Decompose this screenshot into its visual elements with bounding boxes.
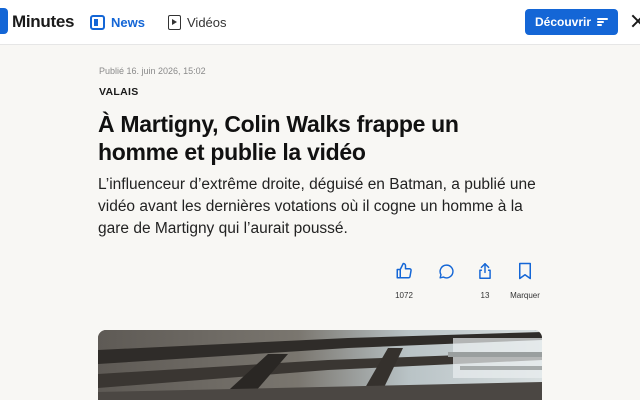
article-hero-image[interactable] (98, 330, 542, 400)
share-button[interactable]: 13 (463, 260, 507, 301)
video-icon (168, 14, 181, 30)
comment-icon (438, 263, 454, 279)
article-lead: L’influenceur d’extrême droite, déguisé … (98, 176, 536, 237)
nav-tab-videos-label: Vidéos (187, 14, 227, 30)
discover-button-label: Découvrir (534, 15, 592, 29)
site-logo-text[interactable]: Minutes (12, 12, 74, 32)
share-icon (479, 262, 491, 279)
bookmark-label: Marquer (510, 291, 540, 300)
article-headline: À Martigny, Colin Walks frappe un homme … (98, 111, 459, 165)
share-count: 13 (480, 291, 490, 300)
news-icon (90, 14, 105, 30)
nav-tab-news-label: News (111, 14, 145, 30)
thumbs-up-icon (396, 262, 412, 279)
discover-icon (597, 18, 609, 26)
nav-tab-videos[interactable]: Vidéos (168, 13, 227, 31)
discover-button[interactable]: Découvrir (525, 9, 618, 35)
nav-tab-news[interactable]: News (90, 13, 145, 31)
top-navigation-bar: Minutes News Vidéos Découvrir (0, 0, 640, 45)
bookmark-button[interactable]: Marquer (503, 260, 547, 301)
like-count: 1072 (395, 291, 413, 300)
station-roof-photo (98, 330, 542, 400)
article-category[interactable]: VALAIS (99, 86, 139, 98)
like-button[interactable]: 1072 (382, 260, 426, 301)
bookmark-icon (519, 262, 531, 280)
logo-mark[interactable] (0, 8, 8, 34)
comment-button[interactable] (424, 260, 468, 301)
close-menu-icon[interactable] (630, 13, 640, 29)
publish-date: Publié 16. juin 2026, 15:02 (99, 66, 206, 76)
